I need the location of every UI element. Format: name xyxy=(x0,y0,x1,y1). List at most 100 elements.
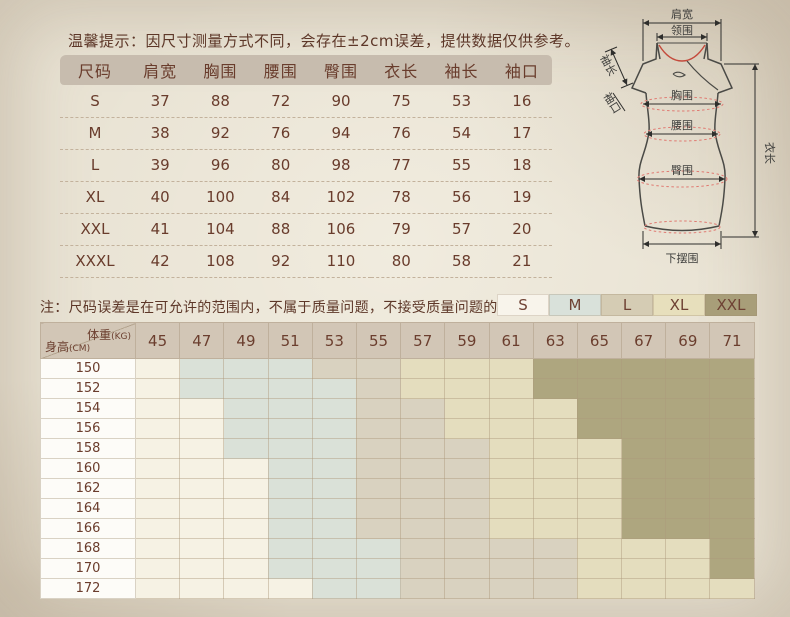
size-table-cell: 72 xyxy=(251,85,311,117)
matrix-height-label: 164 xyxy=(41,499,136,519)
size-table-cell: 58 xyxy=(431,245,491,277)
size-table-cell: 17 xyxy=(492,117,552,149)
matrix-cell-size-l xyxy=(401,419,445,439)
matrix-cell-size-xxl xyxy=(666,459,710,479)
matrix-cell-size-xl xyxy=(666,559,710,579)
measure-lines xyxy=(605,19,759,249)
matrix-cell-size-l xyxy=(445,479,489,499)
matrix-corner-cell: 体重(KG) 身高(CM) xyxy=(41,323,136,359)
label-length: 衣长 xyxy=(763,142,777,164)
matrix-cell-size-m xyxy=(312,479,356,499)
matrix-height-label: 152 xyxy=(41,379,136,399)
matrix-cell-size-l xyxy=(401,539,445,559)
matrix-cell-size-xxl xyxy=(710,519,754,539)
matrix-body: 150152154156158160162164166168170172 xyxy=(41,359,755,599)
matrix-cell-size-xl xyxy=(533,519,577,539)
matrix-cell-size-xxl xyxy=(622,379,666,399)
size-table-body: S37887290755316M38927694765417L399680987… xyxy=(60,85,552,277)
size-measurement-table: 尺码肩宽胸围腰围臀围衣长袖长袖口 S37887290755316M3892769… xyxy=(60,55,552,278)
matrix-cell-size-l xyxy=(356,459,400,479)
matrix-cell-size-l xyxy=(445,559,489,579)
matrix-cell-size-m xyxy=(224,419,268,439)
matrix-cell-size-xl xyxy=(622,559,666,579)
matrix-cell-size-xxl xyxy=(710,419,754,439)
matrix-cell-size-xxl xyxy=(622,439,666,459)
matrix-cell-size-l xyxy=(356,399,400,419)
matrix-cell-size-l xyxy=(356,439,400,459)
legend-swatch-xl: XL xyxy=(653,294,705,316)
matrix-cell-size-l xyxy=(401,459,445,479)
matrix-cell-size-s xyxy=(180,439,224,459)
size-table-cell: 88 xyxy=(251,213,311,245)
size-table-cell: 20 xyxy=(492,213,552,245)
matrix-cell-size-s xyxy=(136,579,180,599)
matrix-height-label: 160 xyxy=(41,459,136,479)
matrix-cell-size-s xyxy=(224,499,268,519)
matrix-cell-size-s xyxy=(136,519,180,539)
matrix-cell-size-m xyxy=(224,439,268,459)
size-table-cell: 40 xyxy=(130,181,190,213)
size-table-header-cell: 袖长 xyxy=(431,55,491,85)
matrix-cell-size-xxl xyxy=(622,359,666,379)
matrix-cell-size-l xyxy=(445,459,489,479)
matrix-cell-size-xl xyxy=(445,419,489,439)
matrix-cell-size-xxl xyxy=(622,499,666,519)
matrix-cell-size-s xyxy=(136,419,180,439)
matrix-weight-header: 55 xyxy=(356,323,400,359)
size-table-cell: 21 xyxy=(492,245,552,277)
matrix-cell-size-xxl xyxy=(622,519,666,539)
size-table-cell: 98 xyxy=(311,149,371,181)
size-table-cell: 39 xyxy=(130,149,190,181)
matrix-cell-size-xxl xyxy=(666,379,710,399)
matrix-cell-size-l xyxy=(445,519,489,539)
size-table-row: XL4010084102785619 xyxy=(60,181,552,213)
matrix-cell-size-m xyxy=(268,459,312,479)
matrix-cell-size-m xyxy=(312,499,356,519)
matrix-weight-header: 45 xyxy=(136,323,180,359)
matrix-height-label: 172 xyxy=(41,579,136,599)
matrix-cell-size-l xyxy=(401,499,445,519)
size-table-cell: 18 xyxy=(492,149,552,181)
matrix-cell-size-m xyxy=(312,399,356,419)
matrix-cell-size-xxl xyxy=(533,379,577,399)
matrix-cell-size-xxl xyxy=(577,399,621,419)
matrix-height-label: 166 xyxy=(41,519,136,539)
matrix-cell-size-xl xyxy=(577,519,621,539)
size-table-header: 尺码肩宽胸围腰围臀围衣长袖长袖口 xyxy=(60,55,552,85)
matrix-cell-size-m xyxy=(356,559,400,579)
matrix-height-label: 170 xyxy=(41,559,136,579)
matrix-cell-size-s xyxy=(224,539,268,559)
height-weight-size-matrix: 体重(KG) 身高(CM) 45474951535557596163656769… xyxy=(40,322,755,599)
label-collar: 领围 xyxy=(671,24,693,37)
matrix-weight-header: 61 xyxy=(489,323,533,359)
size-color-legend: SMLXLXXL xyxy=(497,294,757,316)
matrix-weight-header: 69 xyxy=(666,323,710,359)
matrix-cell-size-xl xyxy=(577,439,621,459)
size-table-cell: 76 xyxy=(251,117,311,149)
matrix-cell-size-s xyxy=(224,459,268,479)
matrix-cell-size-s xyxy=(224,479,268,499)
matrix-cell-size-m xyxy=(356,579,400,599)
matrix-cell-size-xxl xyxy=(666,419,710,439)
matrix-cell-size-xxl xyxy=(710,499,754,519)
size-table-cell: 42 xyxy=(130,245,190,277)
matrix-cell-size-s xyxy=(224,519,268,539)
matrix-height-label: 154 xyxy=(41,399,136,419)
matrix-cell-size-l xyxy=(356,379,400,399)
matrix-cell-size-xl xyxy=(489,479,533,499)
matrix-cell-size-xl xyxy=(489,459,533,479)
matrix-cell-size-xxl xyxy=(710,539,754,559)
matrix-cell-size-xl xyxy=(577,479,621,499)
size-table-cell: 19 xyxy=(492,181,552,213)
matrix-cell-size-xxl xyxy=(666,519,710,539)
matrix-cell-size-xxl xyxy=(622,459,666,479)
matrix-cell-size-m xyxy=(268,499,312,519)
matrix-row: 170 xyxy=(41,559,755,579)
matrix-cell-size-l xyxy=(533,579,577,599)
matrix-cell-size-s xyxy=(136,459,180,479)
legend-swatch-m: M xyxy=(549,294,601,316)
matrix-cell-size-xxl xyxy=(710,439,754,459)
matrix-cell-size-s xyxy=(180,539,224,559)
matrix-cell-size-xxl xyxy=(577,379,621,399)
size-table-cell: 80 xyxy=(371,245,431,277)
